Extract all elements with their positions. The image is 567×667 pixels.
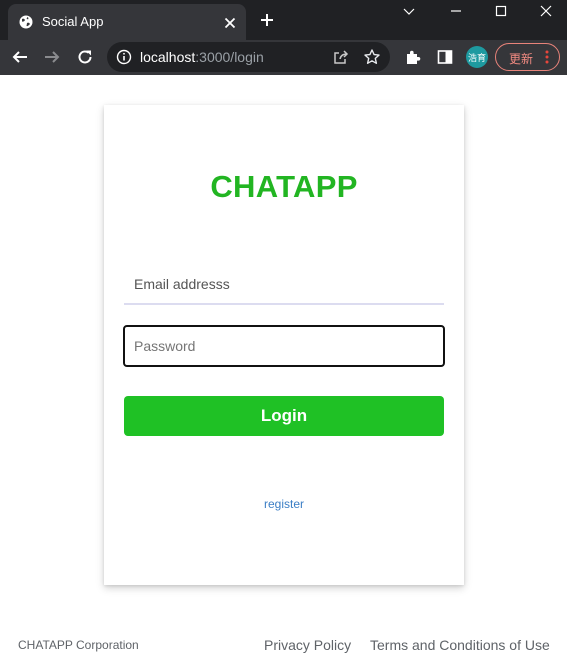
login-card: CHATAPP Login register [104, 105, 464, 585]
update-button[interactable]: 更新 [495, 43, 560, 71]
info-icon[interactable] [116, 49, 132, 65]
footer-company-name: CHATAPP Corporation [18, 638, 139, 652]
login-button[interactable]: Login [124, 396, 444, 436]
window-close-icon[interactable] [540, 4, 552, 17]
url-text[interactable]: localhost:3000/login [140, 49, 264, 65]
forward-arrow-icon[interactable] [43, 48, 61, 66]
star-icon[interactable] [363, 48, 381, 66]
share-icon[interactable] [332, 48, 350, 66]
new-tab-icon[interactable] [259, 12, 275, 28]
register-link[interactable]: register [104, 497, 464, 511]
app-brand-title: CHATAPP [210, 169, 358, 204]
tab-title: Social App [42, 14, 104, 29]
browser-tab[interactable]: Social App [8, 4, 246, 40]
address-bar[interactable]: localhost:3000/login [107, 42, 390, 72]
side-panel-icon[interactable] [436, 48, 454, 66]
browser-toolbar: localhost:3000/login 浩育 更新 [0, 40, 567, 75]
globe-icon [19, 15, 33, 29]
browser-tab-strip: Social App [0, 0, 567, 40]
extensions-icon[interactable] [404, 48, 422, 66]
tab-search-icon[interactable] [403, 4, 415, 16]
terms-of-use-link[interactable]: Terms and Conditions of Use [370, 637, 550, 653]
url-host: localhost [140, 49, 196, 65]
password-input[interactable] [123, 325, 445, 367]
reload-icon[interactable] [76, 48, 94, 66]
close-icon[interactable] [224, 16, 236, 29]
privacy-policy-link[interactable]: Privacy Policy [264, 637, 351, 653]
maximize-icon[interactable] [495, 4, 507, 17]
back-arrow-icon[interactable] [11, 48, 29, 66]
email-input[interactable] [124, 265, 444, 305]
url-path: :3000/login [195, 49, 264, 65]
update-label: 更新 [509, 52, 534, 66]
more-menu-icon[interactable] [545, 50, 549, 64]
minimize-icon[interactable] [450, 4, 462, 16]
profile-avatar[interactable]: 浩育 [466, 46, 488, 68]
